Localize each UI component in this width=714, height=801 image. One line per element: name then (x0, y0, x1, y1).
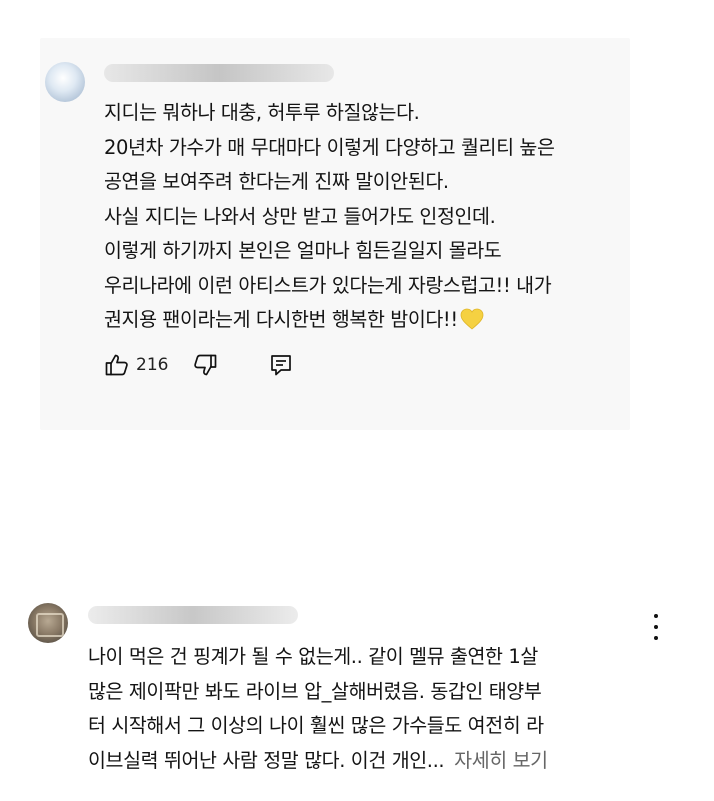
comment-line: 사실 지디는 나와서 상만 받고 들어가도 인정인데. (104, 204, 496, 228)
more-options-icon[interactable] (646, 614, 666, 640)
thumbs-up-icon[interactable] (104, 352, 130, 378)
comment-line: 나이 먹은 건 핑계가 될 수 없는게.. 같이 멜뮤 출연한 1살 (88, 645, 538, 668)
read-more-link[interactable]: 자세히 보기 (454, 749, 548, 772)
commenter-avatar[interactable] (45, 62, 85, 102)
comment-line: 터 시작해서 그 이상의 나이 훨씬 많은 가수들도 여전히 라 (88, 714, 544, 737)
comment-line: 많은 제이팍만 봐도 라이브 압_살해버렸음. 동갑인 태양부 (88, 679, 542, 703)
comment-line-last: 권지용 팬이라는게 다시한번 행복한 밤이다!! (104, 303, 624, 342)
comment-line: 우리나라에 이런 아티스트가 있다는게 자랑스럽고!! 내가 (104, 273, 552, 297)
like-count: 216 (136, 355, 169, 375)
comment-actions: 216 (104, 349, 294, 381)
comment-line: 20년차 가수가 매 무대마다 이렇게 다양하고 퀄리티 높은 (104, 135, 555, 159)
comment-line: 공연을 보여주려 한다는게 진짜 말이안된다. (104, 170, 449, 193)
reply-comment-icon[interactable] (268, 352, 294, 378)
thumbs-down-icon[interactable] (192, 352, 218, 378)
commenter-avatar[interactable] (28, 603, 68, 643)
comment-line: 지디는 뭐하나 대충, 허투루 하질않는다. (104, 101, 420, 124)
comment-line: 이렇게 하기까지 본인은 얼마나 힘든길일지 몰라도 (104, 239, 502, 262)
commenter-name-blurred[interactable] (104, 64, 334, 82)
comment-text: 지디는 뭐하나 대충, 허투루 하질않는다. 20년차 가수가 매 무대마다 이… (104, 96, 624, 342)
comment-line-last: 이브실력 뛰어난 사람 정말 많다. 이건 개인... 자세히 보기 (88, 748, 548, 772)
comment-text: 나이 먹은 건 핑계가 될 수 없는게.. 같이 멜뮤 출연한 1살 많은 제이… (88, 640, 668, 778)
commenter-name-blurred[interactable] (88, 606, 298, 624)
yellow-heart-icon (460, 307, 484, 342)
